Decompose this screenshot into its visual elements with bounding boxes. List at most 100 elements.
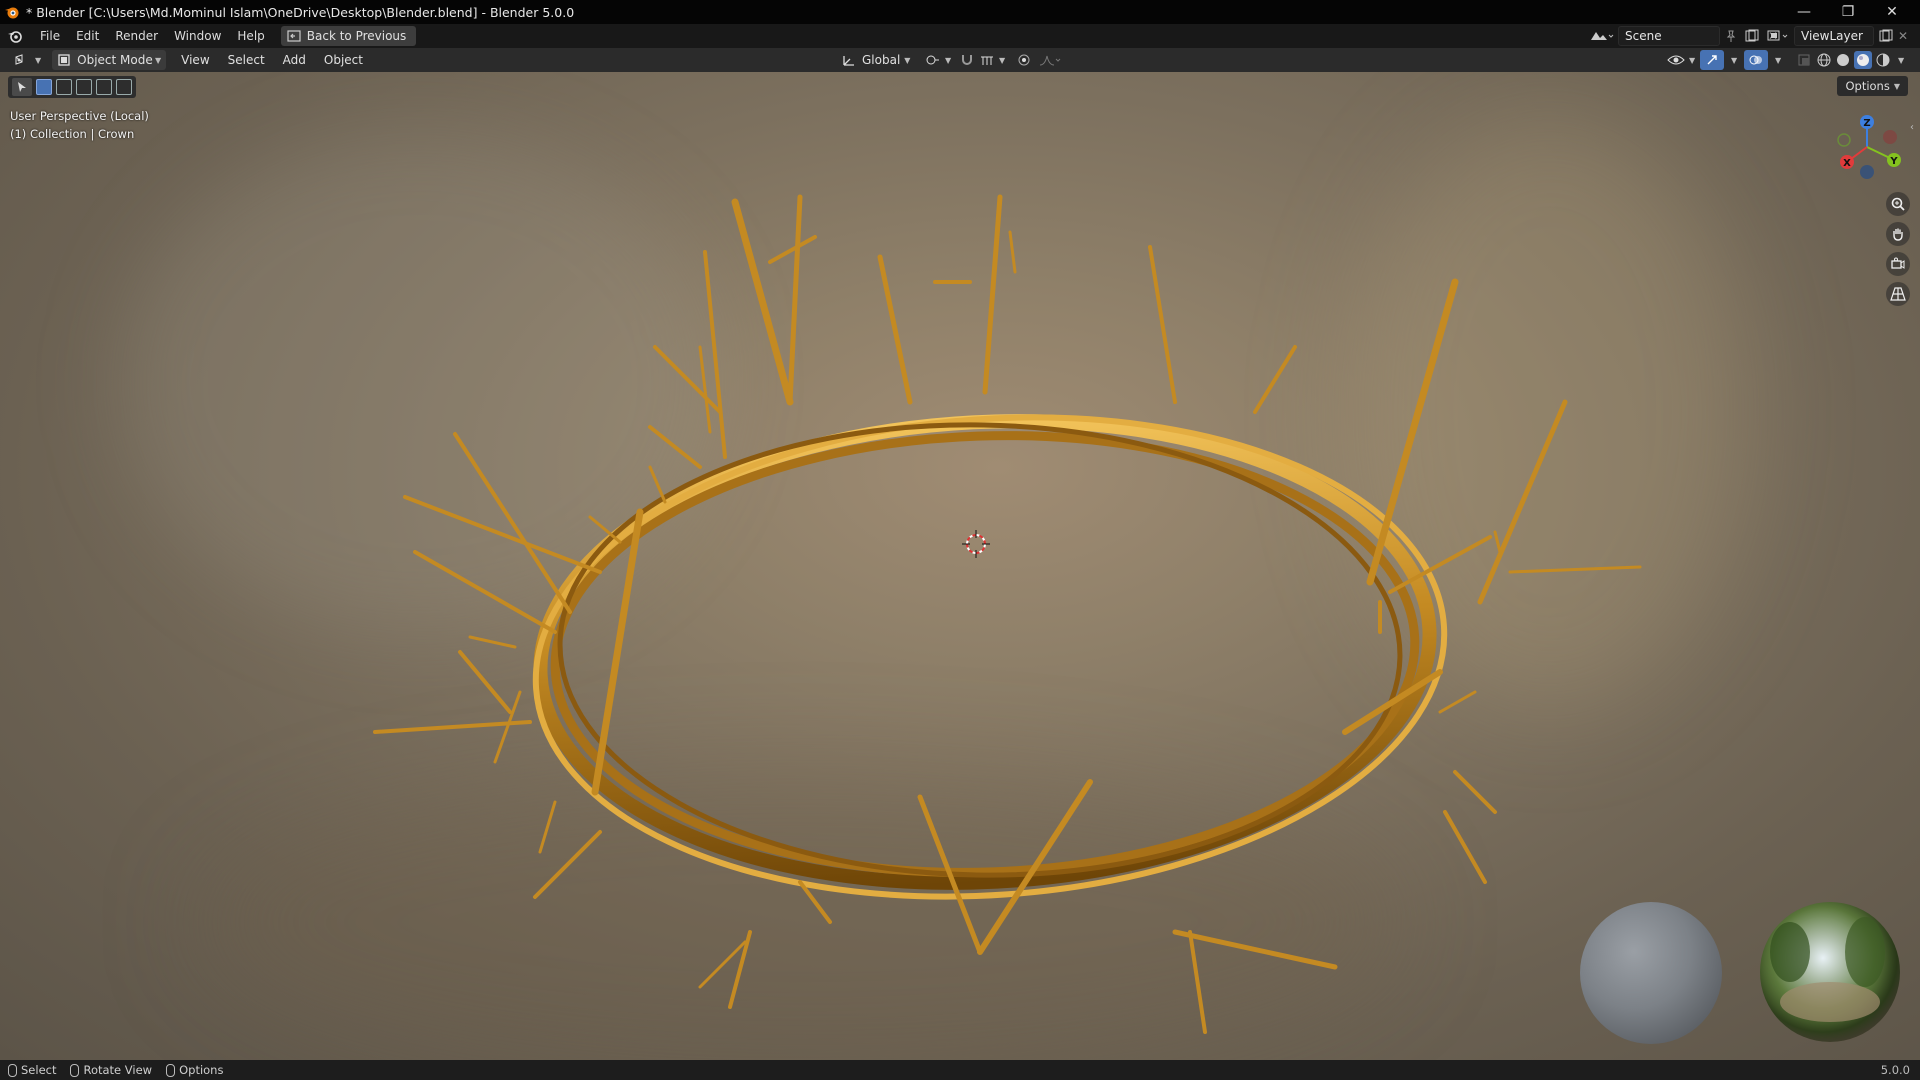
mouse-middle-icon [70,1063,80,1077]
select-subtract-mode-button[interactable] [76,79,92,95]
scene-selector[interactable]: Scene ✕ [1588,26,1778,46]
pivot-point-icon [926,55,939,65]
viewport-header: ▼ Object Mode ▼ View Select Add Object G… [0,48,1920,72]
pivot-point-dropdown[interactable]: ▼ [920,50,956,70]
camera-icon [1891,257,1905,269]
snap-target-dropdown[interactable]: ▼ [974,50,1010,70]
select-invert-mode-button[interactable] [96,79,112,95]
select-tool-button[interactable] [12,78,32,96]
blender-logo-icon [5,7,19,19]
status-select-label: Select [21,1063,57,1077]
transform-orientation-dropdown[interactable]: Global ▼ [836,50,915,70]
top-bar: File Edit Render Window Help Back to Pre… [0,24,1920,48]
orientation-label: Global [862,53,901,67]
proportional-editing-icon [1018,54,1030,66]
menu-object[interactable]: Object [319,50,368,70]
solid-shading-icon[interactable] [1835,52,1851,68]
xray-toggle[interactable] [1792,50,1816,70]
hand-pan-icon [1893,228,1903,241]
back-to-previous-button[interactable]: Back to Previous [280,26,417,46]
screen-back-icon [287,30,301,42]
status-select-hint: Select [8,1063,56,1077]
gizmo-icon [1707,55,1717,65]
navigation-gizmo[interactable]: Z Y X [1832,112,1902,182]
gizmo-toggle[interactable] [1700,50,1724,70]
view-layer-name: ViewLayer [1801,29,1863,43]
close-button[interactable]: ✕ [1870,0,1914,24]
status-rotate-hint: Rotate View [70,1063,152,1077]
visibility-dropdown[interactable]: ▼ [1662,50,1700,70]
menu-edit[interactable]: Edit [68,25,107,47]
status-rotate-label: Rotate View [83,1063,153,1077]
status-options-hint: Options [166,1063,223,1077]
select-tool-strip [8,76,136,98]
minimize-button[interactable]: — [1782,0,1826,24]
3d-viewport-icon [15,54,23,65]
menu-window[interactable]: Window [166,25,229,47]
status-options-label: Options [179,1063,224,1077]
menu-add[interactable]: Add [278,50,311,70]
select-intersect-mode-button[interactable] [116,79,132,95]
scene-name-field[interactable]: Scene [1618,26,1720,46]
pin-icon[interactable] [1724,29,1738,43]
3d-viewport[interactable]: User Perspective (Local) (1) Collection … [0,72,1920,1060]
overlays-icon [1749,55,1762,65]
snap-increment-icon [981,56,993,65]
viewport-info-overlay: User Perspective (Local) (1) Collection … [10,107,149,143]
overlays-toggle[interactable] [1744,50,1768,70]
select-new-mode-button[interactable] [36,79,52,95]
object-mode-label: Object Mode [77,53,153,67]
remove-view-layer-icon[interactable]: ✕ [1898,29,1908,43]
view-layer-icon [1767,30,1788,41]
object-mode-dropdown[interactable]: Object Mode ▼ [52,50,167,70]
scene-name: Scene [1625,29,1662,43]
back-button-label: Back to Previous [306,29,407,43]
xray-icon [1798,54,1810,66]
hdri-preview-sphere [1760,902,1900,1042]
y-axis-label: Y [1889,156,1898,167]
sidebar-toggle-chevron-icon[interactable]: ‹ [1910,122,1914,133]
mouse-left-icon [8,1063,17,1077]
view-layer-name-field[interactable]: ViewLayer [1794,26,1874,46]
menu-view[interactable]: View [176,50,214,70]
menu-select[interactable]: Select [223,50,270,70]
falloff-dropdown[interactable] [1034,50,1066,70]
shading-dropdown[interactable]: ▼ [1898,56,1904,65]
collection-label: (1) Collection | Crown [10,127,135,141]
material-preview-shading-icon[interactable] [1854,51,1872,69]
select-extend-mode-button[interactable] [56,79,72,95]
new-view-layer-icon[interactable] [1878,29,1894,43]
falloff-curve-icon [1039,55,1061,66]
view-layer-selector[interactable]: ViewLayer ✕ [1766,26,1908,46]
matcap-preview-sphere [1580,902,1722,1044]
zoom-magnifier-icon [1891,197,1905,211]
z-axis-label: Z [1863,118,1870,129]
menu-file[interactable]: File [32,25,68,47]
viewport-options-dropdown[interactable]: Options ▼ [1837,76,1908,96]
object-mode-icon [58,54,70,66]
status-bar: Select Rotate View Options 5.0.0 [0,1060,1920,1080]
toggle-perspective-button[interactable] [1886,282,1910,306]
blender-menu-icon[interactable] [4,25,26,47]
gizmo-dropdown[interactable]: ▼ [1722,50,1742,70]
scene-icon [1591,32,1614,40]
editor-type-button[interactable]: ▼ [8,50,46,70]
maximize-button[interactable]: ❐ [1826,0,1870,24]
rendered-shading-icon[interactable] [1875,52,1891,68]
mouse-right-icon [166,1063,176,1077]
eye-icon [1667,55,1685,65]
window-title: * Blender [C:\Users\Md.Mominul Islam\One… [26,4,575,20]
perspective-label: User Perspective (Local) [10,109,149,123]
menu-render[interactable]: Render [107,25,166,47]
new-scene-icon[interactable] [1744,29,1760,43]
menu-help[interactable]: Help [229,25,272,47]
overlays-dropdown[interactable]: ▼ [1766,50,1786,70]
title-bar: * Blender [C:\Users\Md.Mominul Islam\One… [0,0,1920,24]
wireframe-shading-icon[interactable] [1816,52,1832,68]
camera-view-button[interactable] [1886,252,1910,276]
shading-mode-group: ▼ [1816,50,1904,70]
zoom-view-button[interactable] [1886,192,1910,216]
proportional-editing-toggle[interactable] [1012,50,1036,70]
x-axis-label: X [1843,158,1851,169]
pan-view-button[interactable] [1886,222,1910,246]
